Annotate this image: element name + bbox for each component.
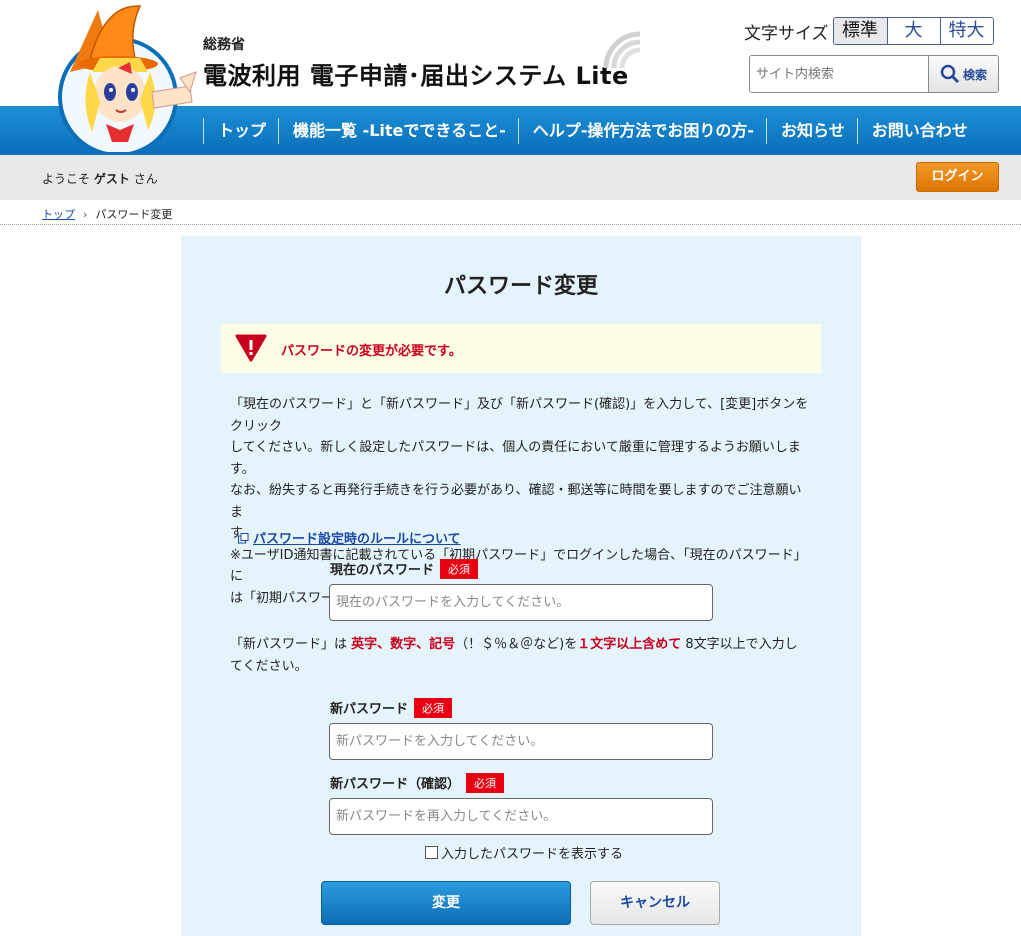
show-password-checkbox[interactable] [425, 846, 438, 859]
cancel-button[interactable]: キャンセル [590, 881, 720, 925]
show-password-label: 入力したパスワードを表示する [441, 847, 624, 862]
required-badge: 必須 [414, 698, 453, 718]
mascot-logo[interactable] [40, 2, 200, 152]
hint-text: 8文字以上で入力し [685, 637, 798, 652]
welcome-suffix: さん [133, 172, 158, 186]
hint-text: 「新パスワード」は [230, 637, 348, 652]
nav-item-features[interactable]: 機能一覧 -Liteでできること- [278, 117, 518, 144]
required-badge: 必須 [440, 559, 479, 579]
required-badge: 必須 [466, 773, 505, 793]
breadcrumb-top-link[interactable]: トップ [42, 208, 75, 221]
new-password-label: 新パスワード 必須 [330, 698, 453, 718]
warning-icon [235, 334, 267, 362]
confirm-password-label-text: 新パスワード（確認） [330, 777, 461, 792]
new-password-input[interactable] [329, 723, 713, 760]
welcome-bar: ようこそ ゲスト さん [0, 155, 1021, 200]
font-size-buttons: 標準 大 特大 [832, 17, 994, 45]
change-button[interactable]: 変更 [321, 881, 571, 925]
hint-emphasis: 英字、数字、記号 [351, 637, 456, 652]
confirm-password-label: 新パスワード（確認） 必須 [330, 773, 505, 793]
font-size-large-button[interactable]: 大 [886, 18, 940, 44]
external-window-icon [238, 533, 249, 544]
current-password-label-text: 現在のパスワード [330, 563, 435, 578]
font-size-xlarge-button[interactable]: 特大 [939, 18, 993, 44]
alert-box: パスワードの変更が必要です。 [221, 324, 821, 373]
instructions-line: 「現在のパスワード」と「新パスワード」及び「新パスワード(確認)」を入力して、[… [230, 397, 809, 434]
font-size-switcher: 文字サイズ 標準 大 特大 [744, 17, 994, 45]
new-password-label-text: 新パスワード [330, 702, 409, 717]
current-password-input[interactable] [329, 584, 713, 621]
site-header: 総務省 電波利用 電子申請･届出システム Lite 文字サイズ 標準 大 特大 … [0, 0, 1021, 152]
breadcrumb-separator-icon: › [83, 208, 88, 221]
welcome-message: ようこそ ゲスト さん [42, 170, 158, 187]
password-hint: 「新パスワード」は 英字、数字、記号（！＄％＆＠など)を１文字以上含めて 8文字… [230, 634, 810, 677]
search-icon [940, 64, 960, 84]
search-button[interactable]: 検索 [928, 56, 998, 92]
site-search: 検索 [749, 55, 999, 93]
password-rules-link[interactable]: パスワード設定時のルールについて [238, 528, 461, 547]
nav-item-news[interactable]: お知らせ [766, 117, 857, 144]
breadcrumb-current: パスワード変更 [95, 208, 173, 221]
current-password-label: 現在のパスワード 必須 [330, 559, 479, 579]
page-title: パスワード変更 [443, 274, 598, 299]
font-size-label: 文字サイズ [744, 23, 829, 44]
search-button-label: 検索 [962, 67, 987, 82]
instructions-line: してください。新しく設定したパスワードは、個人の責任において厳重に管理するようお… [230, 440, 801, 477]
password-hint-line: てください。 [230, 658, 308, 674]
instructions-line: ※ユーザID通知書に記載されている「初期パスワード」でログインした場合、「現在の… [230, 547, 807, 585]
nav-item-help[interactable]: ヘルプ-操作方法でお困りの方- [517, 117, 766, 144]
instructions: 「現在のパスワード」と「新パスワード」及び「新パスワード(確認)」を入力して、[… [230, 394, 814, 609]
site-title[interactable]: 電波利用 電子申請･届出システム Lite [203, 56, 629, 91]
confirm-password-input[interactable] [329, 798, 713, 835]
font-size-standard-button[interactable]: 標準 [833, 18, 887, 44]
password-rules-link-label: パスワード設定時のルールについて [253, 532, 461, 547]
password-hint-line: 「新パスワード」は 英字、数字、記号（！＄％＆＠など)を１文字以上含めて 8文字… [230, 634, 810, 656]
login-button[interactable]: ログイン [916, 162, 999, 192]
welcome-prefix: ようこそ [42, 172, 91, 186]
show-password-option[interactable]: 入力したパスワードを表示する [425, 843, 623, 862]
instructions-line: なお、紛失すると再発行手続きを行う必要があり、確認・郵送等に時間を要しますのでご… [230, 483, 802, 520]
hint-emphasis: １文字以上含めて [577, 637, 682, 652]
welcome-user: ゲスト [93, 172, 130, 186]
radio-wave-icon [603, 31, 641, 69]
ministry-name: 総務省 [203, 37, 245, 53]
nav-item-top[interactable]: トップ [203, 117, 278, 144]
breadcrumb: トップ › パスワード変更 [42, 206, 172, 222]
nav-item-contact[interactable]: お問い合わせ [856, 117, 980, 144]
alert-message: パスワードの変更が必要です。 [281, 344, 462, 359]
hint-text: （！＄％＆＠など)を [455, 637, 578, 652]
divider [0, 224, 1021, 225]
search-input[interactable] [750, 56, 928, 92]
